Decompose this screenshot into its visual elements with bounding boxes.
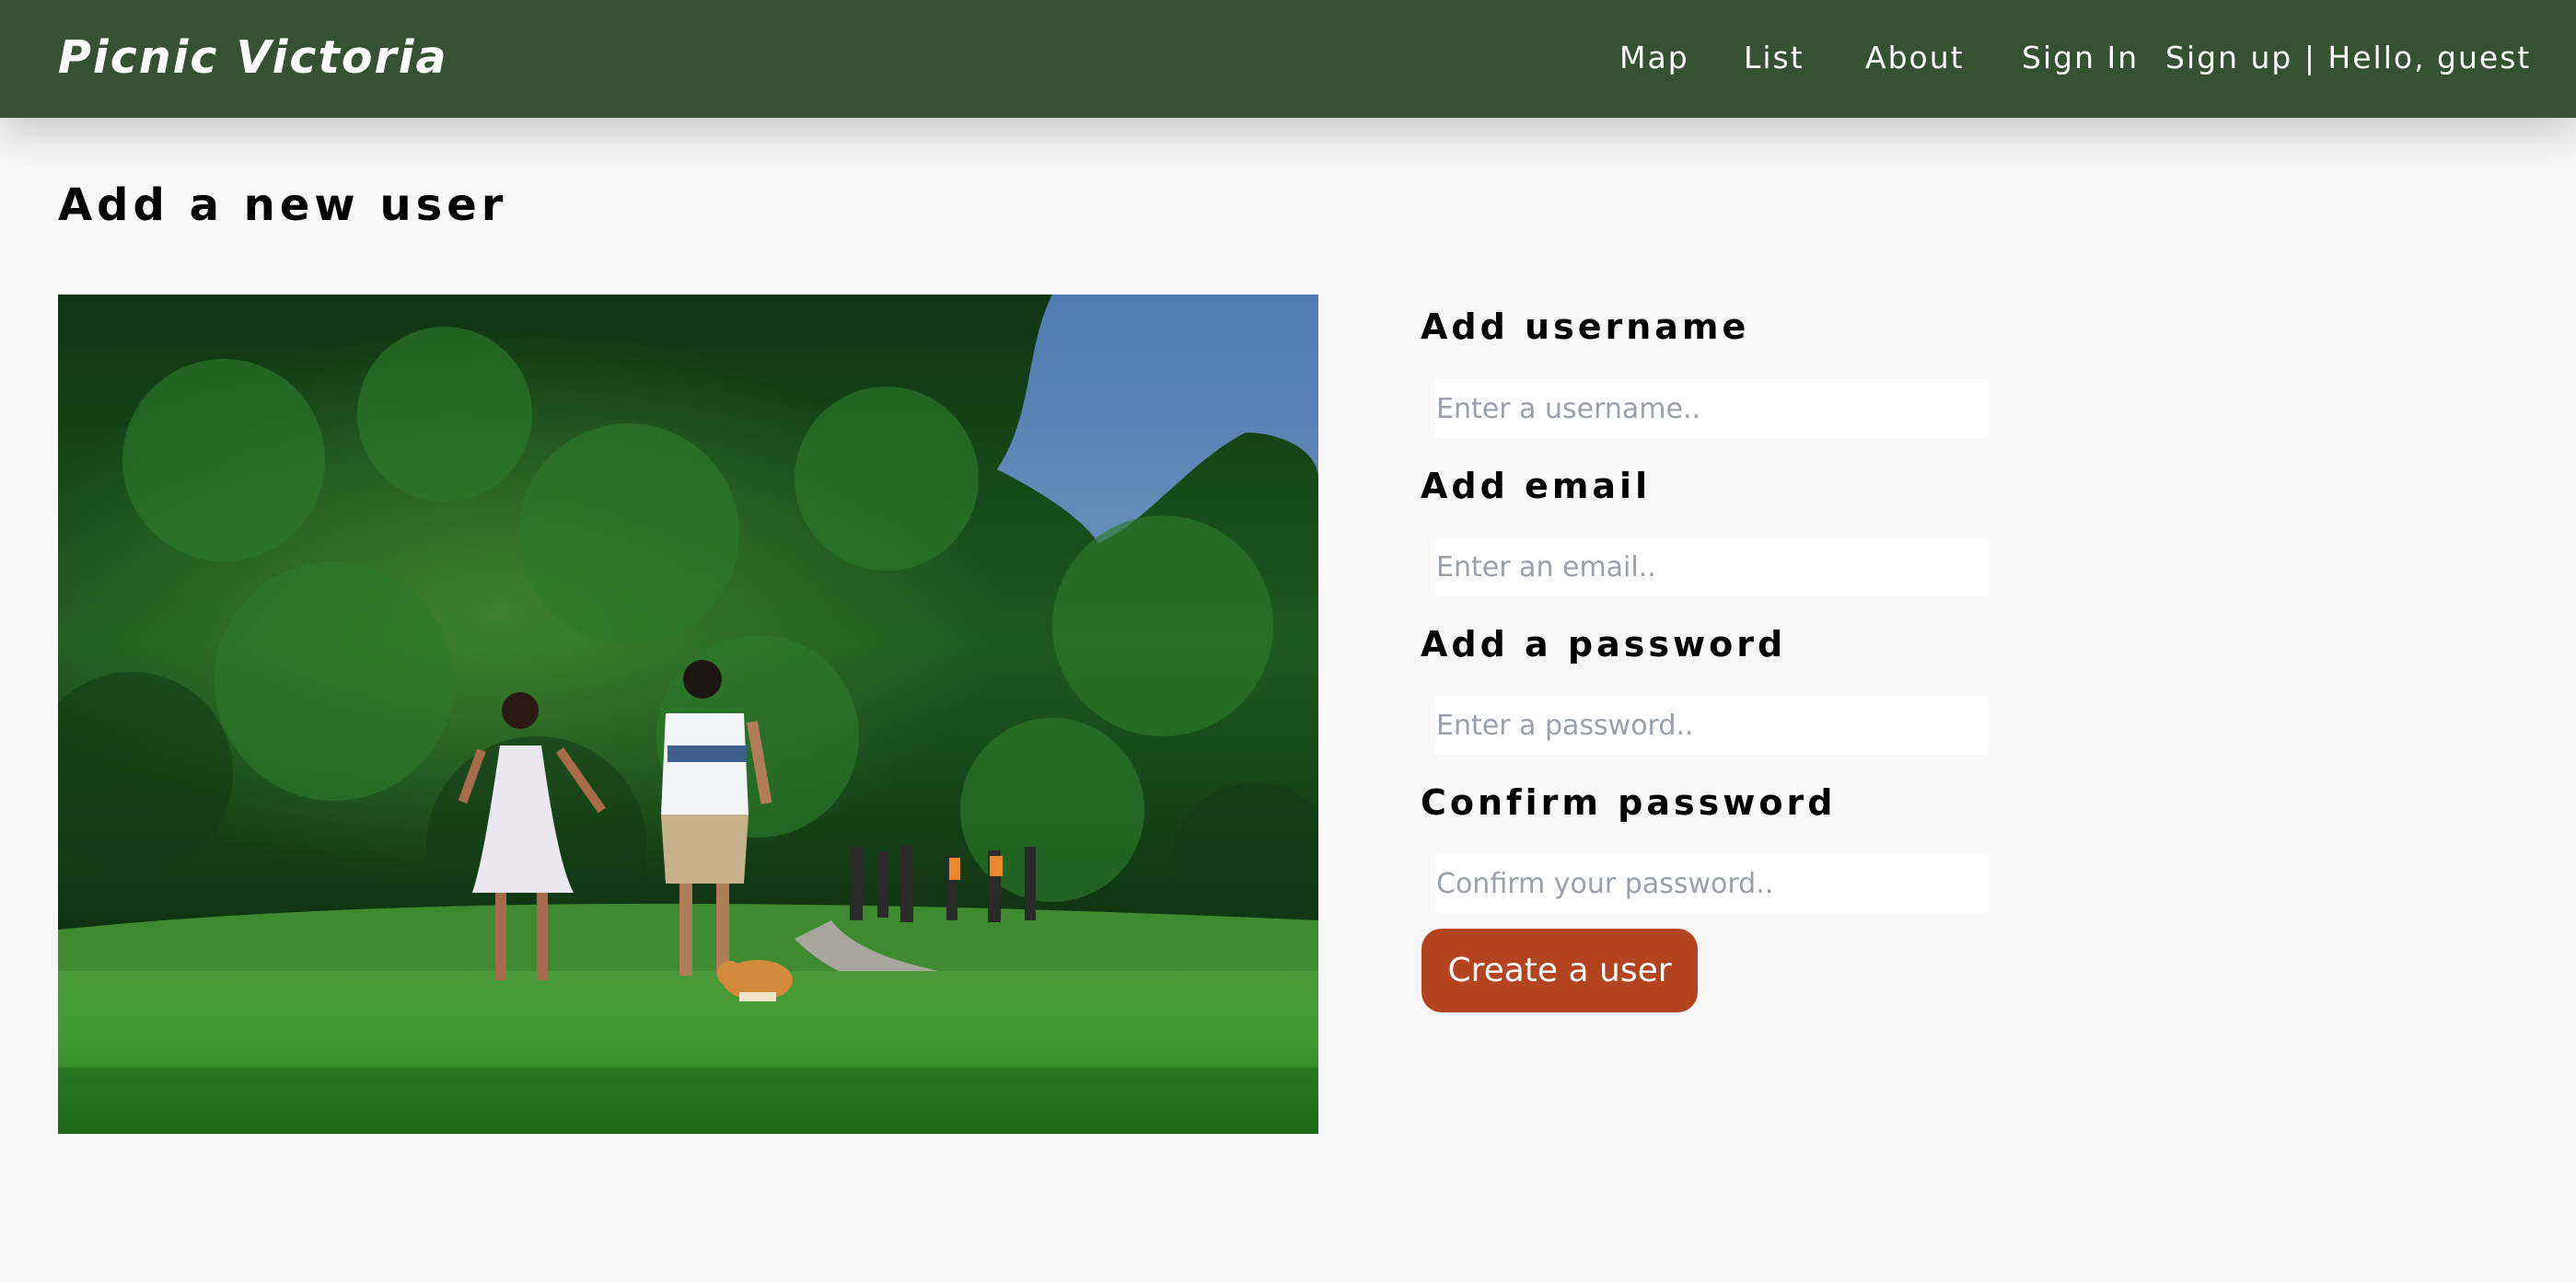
nav-link-sign-in[interactable]: Sign In xyxy=(2022,37,2139,79)
confirm-password-label: Confirm password xyxy=(1421,782,1837,823)
park-couple-photo xyxy=(58,295,1318,1134)
password-input[interactable] xyxy=(1434,696,1989,755)
username-label: Add username xyxy=(1421,306,1750,347)
confirm-password-input[interactable] xyxy=(1434,854,1989,913)
navbar: Picnic Victoria Map List About Sign In S… xyxy=(0,0,2576,118)
username-input[interactable] xyxy=(1434,379,1989,438)
nav-link-about[interactable]: About xyxy=(1865,37,1965,79)
brand-logo-link[interactable]: Picnic Victoria xyxy=(58,28,448,88)
nav-link-map[interactable]: Map xyxy=(1619,37,1689,79)
create-user-button[interactable]: Create a user xyxy=(1421,929,1698,1012)
page-title: Add a new user xyxy=(58,179,508,231)
email-input[interactable] xyxy=(1434,537,1989,596)
password-label: Add a password xyxy=(1421,624,1787,665)
email-label: Add email xyxy=(1421,466,1652,506)
nav-link-list[interactable]: List xyxy=(1744,37,1804,79)
nav-link-sign-up-greeting[interactable]: Sign up | Hello, guest xyxy=(2165,37,2531,79)
